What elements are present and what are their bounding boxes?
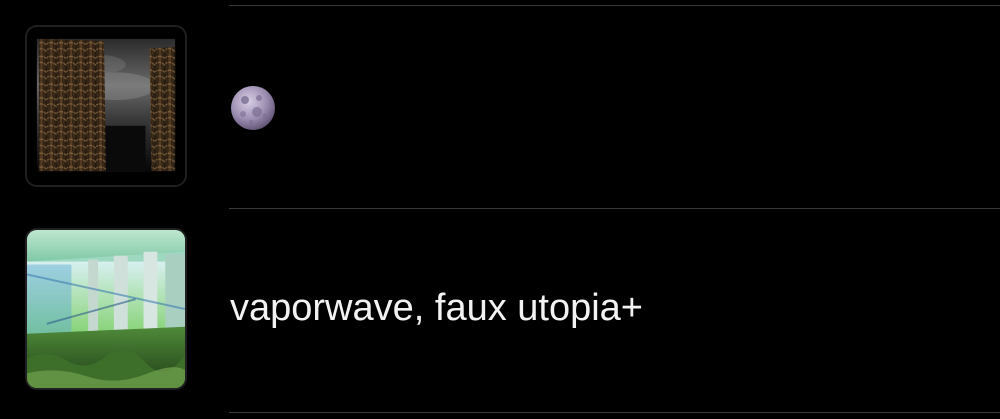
- dark-forest-artwork-thumbnail: [25, 25, 187, 187]
- dark-forest-artwork: [27, 27, 185, 185]
- playlist-list: vaporwave, faux utopia+: [0, 0, 1000, 419]
- playlist-row[interactable]: [0, 6, 1000, 208]
- full-moon-emoji-icon: [231, 86, 275, 130]
- green-hallway-artwork: [27, 230, 185, 388]
- green-hallway-artwork-thumbnail: [25, 228, 187, 390]
- playlist-row[interactable]: vaporwave, faux utopia+: [0, 209, 1000, 411]
- playlist-title: vaporwave, faux utopia+: [230, 287, 643, 329]
- list-divider: [229, 412, 1000, 413]
